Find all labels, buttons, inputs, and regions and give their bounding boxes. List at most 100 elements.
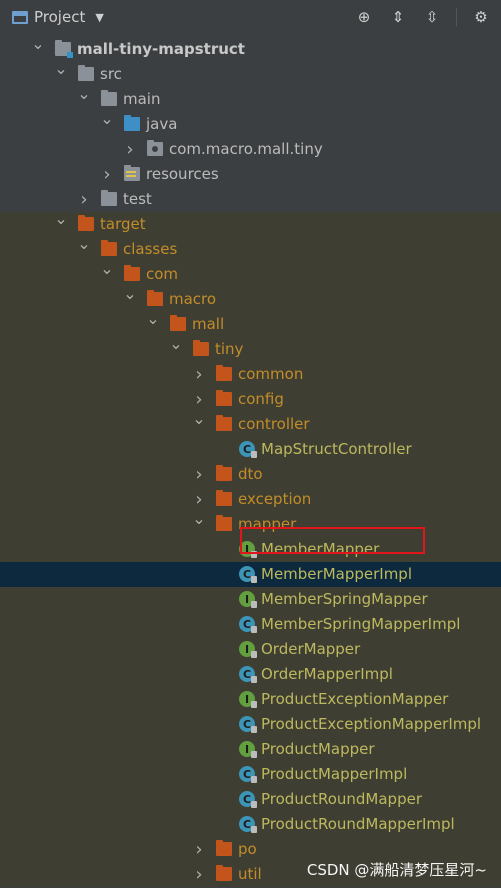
chevron-down-icon[interactable]: ⌄ [169,331,183,356]
project-view-selector[interactable]: Project ▼ [12,0,104,34]
chevron-right-icon[interactable]: › [77,187,91,212]
tree-item-label: mall [192,315,225,333]
tree-item-label: ProductExceptionMapper [261,690,449,708]
tree-item-label: OrderMapper [261,640,361,658]
class-icon: C [239,566,257,583]
tree-row[interactable]: ⌄ com [0,259,501,287]
tree-row[interactable]: ⌄ src [0,59,501,87]
tree-item-label: util [238,865,262,883]
project-title: Project [34,8,86,26]
class-icon: C [239,816,257,833]
chevron-right-icon[interactable]: › [192,862,206,887]
chevron-down-icon[interactable]: ⌄ [123,281,137,306]
tree-item-label: MemberMapperImpl [261,565,412,583]
resources-folder-icon [124,165,140,181]
tree-item-label: com.macro.mall.tiny [169,140,323,158]
tree-item-label: OrderMapperImpl [261,665,393,683]
chevron-down-icon[interactable]: ⌄ [100,256,114,281]
tree-row[interactable]: C MemberMapperImpl [0,562,501,587]
chevron-down-icon[interactable]: ⌄ [77,81,91,106]
tree-row[interactable]: › test [0,187,501,212]
project-window-icon [12,10,28,24]
excluded-folder-icon [216,365,232,381]
tree-row[interactable]: ⌄ controller [0,409,501,437]
expand-all-icon[interactable]: ⇕ [388,8,408,26]
tree-item-label: main [123,90,161,108]
tree-item-label: test [123,190,152,208]
excluded-folder-icon [193,340,209,356]
locate-icon[interactable]: ⊕ [354,8,374,26]
tree-row[interactable]: C ProductRoundMapperImpl [0,812,501,837]
tree-item-label: mall-tiny-mapstruct [77,40,245,58]
excluded-folder-icon [124,265,140,281]
excluded-folder-icon [216,415,232,431]
tree-item-label: common [238,365,304,383]
interface-icon: I [239,691,257,708]
tree-row[interactable]: ⌄ tiny [0,334,501,362]
excluded-folder-icon [216,865,232,881]
tree-item-label: po [238,840,257,858]
chevron-down-icon[interactable]: ⌄ [54,56,68,81]
chevron-down-icon[interactable]: ⌄ [146,306,160,331]
tree-item-label: MemberSpringMapperImpl [261,615,461,633]
interface-icon: I [239,741,257,758]
class-icon: C [239,716,257,733]
tree-row[interactable]: I OrderMapper [0,637,501,662]
chevron-down-icon[interactable]: ⌄ [192,406,206,431]
tree-row[interactable]: C OrderMapperImpl [0,662,501,687]
excluded-folder-icon [170,315,186,331]
chevron-right-icon[interactable]: › [192,362,206,387]
tree-row[interactable]: ⌄ classes [0,234,501,262]
tree-item-label: ProductMapper [261,740,375,758]
chevron-right-icon[interactable]: › [192,462,206,487]
tree-row[interactable]: › dto [0,462,501,487]
tree-row[interactable]: ⌄ macro [0,284,501,312]
excluded-folder-icon [216,515,232,531]
folder-icon [101,190,117,206]
tree-item-label: target [100,215,146,233]
tree-row[interactable]: › com.macro.mall.tiny [0,137,501,162]
tree-item-label: ProductMapperImpl [261,765,408,783]
tree-row[interactable]: I MemberSpringMapper [0,587,501,612]
tree-item-label: src [100,65,122,83]
tree-row[interactable]: › exception [0,487,501,512]
tree-row[interactable]: C ProductMapperImpl [0,762,501,787]
tree-row[interactable]: C ProductExceptionMapperImpl [0,712,501,737]
chevron-down-icon[interactable]: ⌄ [192,506,206,531]
tree-row[interactable]: ⌄ main [0,84,501,112]
tree-row[interactable]: › common [0,362,501,387]
chevron-right-icon[interactable]: › [123,137,137,162]
chevron-down-icon: ▼ [95,10,104,24]
tree-row[interactable]: C MemberSpringMapperImpl [0,612,501,637]
tree-row[interactable]: › resources [0,162,501,187]
tree-item-label: macro [169,290,217,308]
chevron-right-icon[interactable]: › [192,837,206,862]
tree-item-label: ProductRoundMapper [261,790,422,808]
project-toolbar: Project ▼ ⊕ ⇕ ⇳ ⚙ [0,0,501,35]
class-icon: C [239,441,257,458]
tree-row[interactable]: I ProductMapper [0,737,501,762]
source-folder-icon [124,115,140,131]
tree-row[interactable]: C ProductRoundMapper [0,787,501,812]
chevron-down-icon[interactable]: ⌄ [31,31,45,56]
tree-row[interactable]: I ProductExceptionMapper [0,687,501,712]
collapse-all-icon[interactable]: ⇳ [422,8,442,26]
excluded-folder-icon [216,840,232,856]
tree-item-label: dto [238,465,263,483]
tree-item-label: exception [238,490,312,508]
tree-row[interactable]: › config [0,387,501,412]
tree-row[interactable]: ⌄ java [0,109,501,137]
tree-row[interactable]: ⌄ mall-tiny-mapstruct [0,34,501,62]
tree-row[interactable]: ⌄ mall [0,309,501,337]
tree-item-label: resources [146,165,219,183]
annotation-highlight-box [240,527,425,554]
chevron-down-icon[interactable]: ⌄ [54,206,68,231]
tree-row[interactable]: ⌄ target [0,209,501,237]
chevron-down-icon[interactable]: ⌄ [100,106,114,131]
excluded-folder-icon [78,215,94,231]
tree-row[interactable]: C MapStructController [0,437,501,462]
chevron-right-icon[interactable]: › [100,162,114,187]
gear-icon[interactable]: ⚙ [471,8,491,26]
tree-item-label: ProductExceptionMapperImpl [261,715,482,733]
chevron-down-icon[interactable]: ⌄ [77,231,91,256]
